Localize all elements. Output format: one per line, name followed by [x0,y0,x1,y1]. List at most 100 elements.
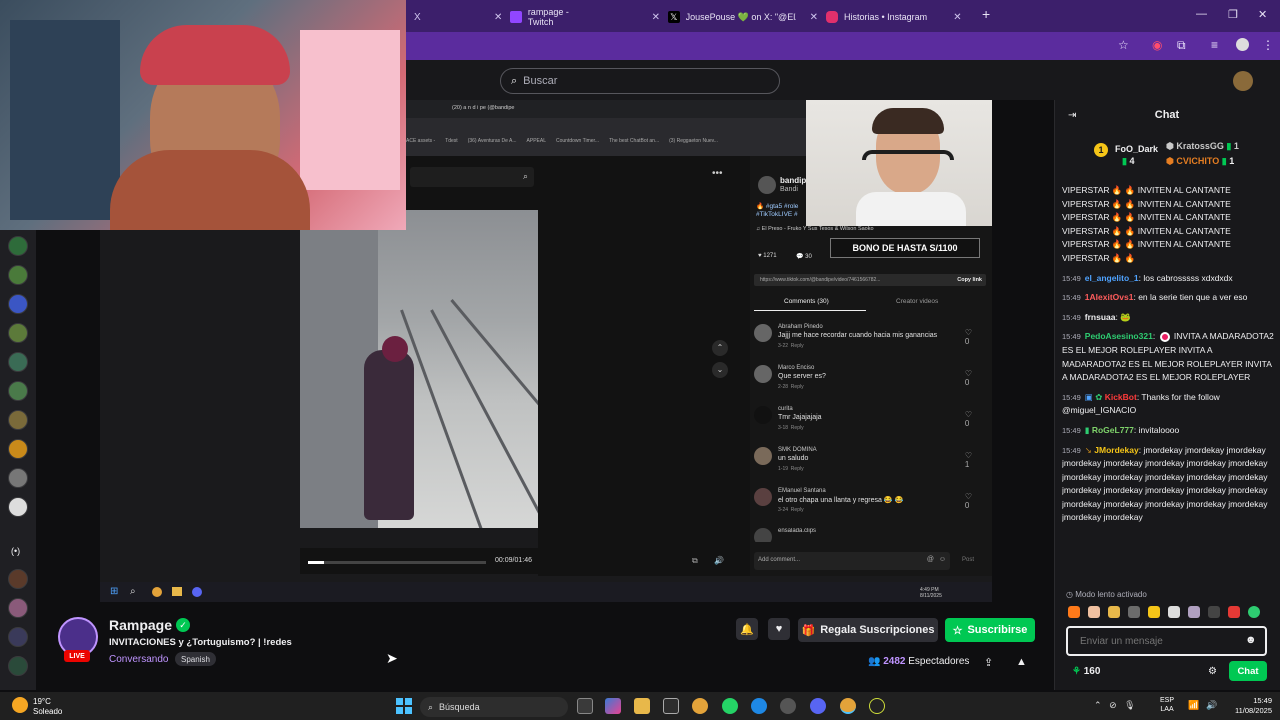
chat-username[interactable]: 1AlexitOvs1 [1085,292,1134,302]
sun-icon[interactable] [12,697,28,713]
emote-icon[interactable] [1068,606,1080,618]
channel-avatar[interactable] [8,236,28,256]
chat-username[interactable]: RoGeL777 [1092,425,1134,435]
chat-input[interactable] [1066,626,1267,656]
emote-icon[interactable] [1208,606,1220,618]
reply-link[interactable]: Reply [791,343,804,349]
volume-icon[interactable]: 🔊 [1206,700,1217,711]
emote-icon[interactable] [1148,606,1160,618]
chat-username[interactable]: JMordekay [1094,445,1138,455]
emoji-icon[interactable]: ☺ [939,556,946,563]
emote-icon[interactable] [1108,606,1120,618]
channel-avatar[interactable] [8,265,28,285]
close-icon[interactable]: ✕ [953,12,961,23]
star-icon[interactable]: ☆ [1118,38,1129,52]
language-tag[interactable]: Spanish [175,652,216,666]
profile-icon[interactable] [1236,38,1249,51]
channel-avatar[interactable] [8,410,28,430]
user-avatar[interactable] [1233,71,1253,91]
network-off-icon[interactable]: ⊘ [1109,700,1117,710]
emote-icon[interactable] [1088,606,1100,618]
stream-category[interactable]: Conversando [109,654,168,665]
chat-username[interactable]: el_angelito_1 [1085,273,1139,283]
close-icon[interactable]: ✕ [652,12,660,23]
heart-icon[interactable]: ♡ 0 [965,328,972,346]
menu-icon[interactable]: ⋮ [1262,38,1274,52]
channel-avatar[interactable] [8,323,28,343]
chrome-active-icon[interactable] [840,698,856,714]
tab-close-partial[interactable]: ✕ [486,6,502,28]
close-icon[interactable]: ✕ [810,12,818,23]
edge-icon[interactable] [751,698,767,714]
close-icon[interactable]: ✕ [494,12,502,23]
heart-icon[interactable]: ♡ 0 [965,369,972,387]
chat-username[interactable]: PedoAsesino321 [1085,331,1153,341]
app-icon[interactable] [869,698,885,714]
channel-avatar[interactable] [8,569,28,589]
microphone-icon[interactable]: 🎙 [1124,700,1135,710]
discord-icon[interactable] [810,698,826,714]
leader-2[interactable]: ⬢ KratossGG ▮ 1 [1166,141,1239,152]
heart-icon[interactable]: ♡ 0 [965,410,972,428]
notification-bell-button[interactable]: 🔔 [736,618,758,640]
file-explorer-icon[interactable] [634,698,650,714]
mention-icon[interactable]: @ [927,556,934,563]
more-icon[interactable]: ••• [712,168,723,179]
app-icon[interactable] [780,698,796,714]
post-button[interactable]: Post [962,557,974,563]
browser-tab-instagram[interactable]: Historias • Instagram ✕ [826,6,976,28]
emote-icon[interactable] [1248,606,1260,618]
copilot-icon[interactable] [605,698,621,714]
new-tab-icon[interactable]: + [982,6,990,22]
channel-avatar[interactable] [8,352,28,372]
send-chat-button[interactable]: Chat [1229,661,1267,681]
reply-link[interactable]: Reply [791,466,804,472]
share-icon[interactable]: ⇪ [984,656,993,669]
channel-avatar[interactable] [8,497,28,517]
chat-username[interactable]: KickBot [1105,392,1137,402]
minimize-icon[interactable]: — [1196,8,1207,20]
chevron-up-icon[interactable]: ⌃ [1094,700,1102,710]
gift-subs-button[interactable]: 🎁 Regala Suscripciones [798,618,938,642]
task-view-icon[interactable] [577,698,593,714]
chrome-icon[interactable] [692,698,708,714]
channel-avatar[interactable] [8,439,28,459]
reply-link[interactable]: Reply [791,425,804,431]
close-icon[interactable]: X [414,12,421,23]
language-indicator[interactable]: ESP LAA [1160,696,1174,714]
taskbar-search[interactable]: ⌕ Búsqueda [420,697,568,717]
gear-icon[interactable]: ⚙ [1208,666,1217,677]
channel-name[interactable]: Rampage [109,617,172,633]
video-progress[interactable] [308,561,486,564]
channel-avatar[interactable] [8,627,28,647]
channel-avatar[interactable] [8,598,28,618]
channel-points[interactable]: ⚘ 160 [1072,666,1100,677]
reply-link[interactable]: Reply [791,507,804,513]
channel-avatar[interactable] [8,656,28,676]
subscribe-button[interactable]: ☆ Suscribirse [945,618,1035,642]
leader-3[interactable]: ⬢ CVICHITO ▮ 1 [1166,156,1234,167]
puzzle-icon[interactable]: ⧉ [1177,38,1186,53]
whatsapp-icon[interactable] [722,698,738,714]
close-window-icon[interactable]: ✕ [1258,8,1267,21]
leader-name[interactable]: FoO_Dark [1115,144,1158,154]
weather-widget[interactable]: 19°C Soleado [33,697,62,717]
browser-tab-twitch[interactable]: rampage - Twitch ✕ [510,6,660,28]
volume-icon[interactable]: 🔊 [714,556,724,565]
chat-username[interactable]: frnsuaa [1085,312,1116,322]
channel-avatar[interactable] [8,294,28,314]
channel-avatar[interactable] [8,381,28,401]
system-tray[interactable]: ⌃ ⊘ 🎙 [1094,700,1136,711]
wifi-icon[interactable]: 📶 [1188,700,1199,711]
tab-creator-videos[interactable]: Creator videos [896,298,938,305]
follow-button[interactable]: ♥ [768,618,790,640]
chevron-up-icon[interactable]: ⌃ [712,340,728,356]
tab-comments[interactable]: Comments (30) [784,298,829,305]
restore-icon[interactable]: ❐ [1228,8,1238,21]
pip-icon[interactable]: ⧉ [692,556,698,566]
browser-tab-partial[interactable]: X [406,6,421,28]
reply-link[interactable]: Reply [791,384,804,390]
chevron-down-icon[interactable]: ⌄ [712,362,728,378]
store-icon[interactable] [663,698,679,714]
heart-icon[interactable]: ♡ 0 [965,492,972,510]
